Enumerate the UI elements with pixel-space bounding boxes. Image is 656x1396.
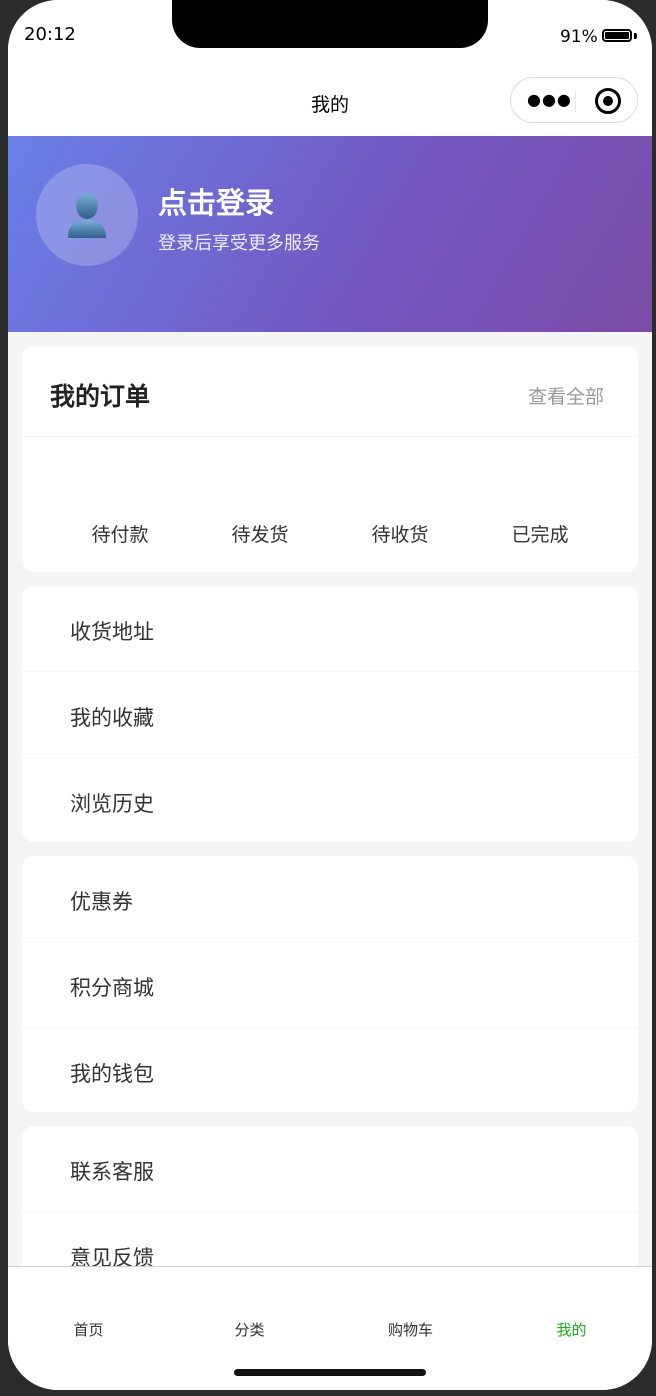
- menu-item-points-mall[interactable]: 积分商城: [22, 942, 638, 1028]
- menu-item-wallet[interactable]: 我的钱包: [22, 1028, 638, 1114]
- avatar[interactable]: [36, 164, 138, 266]
- phone-screen: 20:12 91% 我的 ●●● 点击登录 登录后享受更多服务 我的订单 查看全…: [8, 0, 652, 1390]
- battery-cap: [634, 33, 637, 39]
- login-subtitle: 登录后享受更多服务: [158, 233, 320, 254]
- status-time: 20:12: [24, 24, 76, 45]
- mini-program-capsule: ●●●: [510, 77, 638, 123]
- tab-home[interactable]: 首页: [8, 1319, 169, 1340]
- menu-group-1: 收货地址 我的收藏 浏览历史: [22, 586, 638, 842]
- status-bar: 20:12 91%: [8, 0, 652, 68]
- capsule-divider: [575, 90, 576, 112]
- profile-header[interactable]: 点击登录 登录后享受更多服务: [8, 136, 652, 332]
- tab-category[interactable]: 分类: [169, 1319, 330, 1340]
- menu-item-favorites[interactable]: 我的收藏: [22, 672, 638, 758]
- more-icon[interactable]: ●●●: [527, 87, 571, 113]
- order-status-pending-receipt[interactable]: 待收货: [330, 520, 470, 547]
- menu-item-coupons[interactable]: 优惠券: [22, 856, 638, 942]
- login-title[interactable]: 点击登录: [158, 180, 274, 222]
- menu-item-address[interactable]: 收货地址: [22, 586, 638, 672]
- target-icon[interactable]: [595, 88, 621, 114]
- battery-percentage: 91%: [560, 27, 598, 47]
- menu-item-label: 我的收藏: [70, 706, 154, 730]
- battery-icon: [602, 29, 632, 42]
- menu-item-history[interactable]: 浏览历史: [22, 758, 638, 844]
- view-all-orders-link[interactable]: 查看全部: [528, 382, 604, 409]
- order-status-completed[interactable]: 已完成: [470, 520, 610, 547]
- tab-cart[interactable]: 购物车: [330, 1319, 491, 1340]
- menu-item-label: 收货地址: [70, 620, 154, 644]
- menu-item-label: 优惠券: [70, 890, 133, 914]
- menu-item-label: 浏览历史: [70, 792, 154, 816]
- tab-bar: 首页 分类 购物车 我的: [8, 1266, 652, 1390]
- menu-item-label: 我的钱包: [70, 1062, 154, 1086]
- orders-title: 我的订单: [50, 382, 151, 411]
- order-status-pending-shipment[interactable]: 待发货: [190, 520, 330, 547]
- nav-bar: 我的 ●●●: [8, 68, 652, 136]
- order-status-pending-payment[interactable]: 待付款: [50, 520, 190, 547]
- home-indicator: [234, 1369, 426, 1376]
- divider: [22, 436, 638, 437]
- menu-item-label: 联系客服: [70, 1160, 154, 1184]
- tab-mine[interactable]: 我的: [491, 1319, 652, 1340]
- notch: [172, 0, 488, 48]
- menu-item-customer-service[interactable]: 联系客服: [22, 1126, 638, 1212]
- user-silhouette-icon: [68, 193, 106, 238]
- menu-group-2: 优惠券 积分商城 我的钱包: [22, 856, 638, 1112]
- menu-item-label: 积分商城: [70, 976, 154, 1000]
- orders-card: 我的订单 查看全部 待付款 待发货 待收货 已完成: [22, 346, 638, 572]
